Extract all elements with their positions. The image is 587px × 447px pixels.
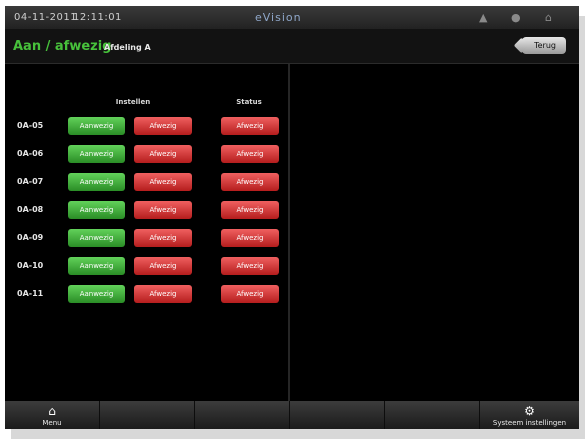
status-indicator: Afwezig <box>221 145 279 163</box>
gear-icon: ⚙ <box>524 404 535 418</box>
status-bar: 04-11-2011 12:11:01 eVision ▲ ● ⌂ <box>5 6 579 29</box>
tab-empty-4[interactable] <box>385 401 480 429</box>
present-button[interactable]: Aanwezig <box>68 229 125 247</box>
status-indicator: Afwezig <box>221 285 279 303</box>
present-button[interactable]: Aanwezig <box>68 285 125 303</box>
app-window: 04-11-2011 12:11:01 eVision ▲ ● ⌂ Aan / … <box>5 6 579 429</box>
back-button[interactable]: Terug <box>522 37 566 54</box>
room-label: 0A-09 <box>17 233 44 242</box>
home-icon: ⌂ <box>48 404 56 418</box>
tab-empty-2[interactable] <box>195 401 290 429</box>
tab-empty-3[interactable] <box>290 401 385 429</box>
status-indicator: Afwezig <box>221 257 279 275</box>
absent-button[interactable]: Afwezig <box>134 173 192 191</box>
table-row: 0A-05 Aanwezig Afwezig Afwezig <box>5 116 288 136</box>
absent-button[interactable]: Afwezig <box>134 257 192 275</box>
tab-bar: ⌂ Menu ⚙ Systeem instellingen <box>5 401 579 429</box>
present-button[interactable]: Aanwezig <box>68 145 125 163</box>
table-row: 0A-06 Aanwezig Afwezig Afwezig <box>5 144 288 164</box>
present-button[interactable]: Aanwezig <box>68 201 125 219</box>
present-button[interactable]: Aanwezig <box>68 173 125 191</box>
room-label: 0A-08 <box>17 205 44 214</box>
table-row: 0A-07 Aanwezig Afwezig Afwezig <box>5 172 288 192</box>
tab-settings-label: Systeem instellingen <box>492 419 567 427</box>
table-row: 0A-08 Aanwezig Afwezig Afwezig <box>5 200 288 220</box>
attendance-panel: Instellen Status 0A-05 Aanwezig Afwezig … <box>5 64 288 401</box>
brand-logo: eVision <box>255 11 302 24</box>
absent-button[interactable]: Afwezig <box>134 145 192 163</box>
present-button[interactable]: Aanwezig <box>68 117 125 135</box>
signal-icon: ▲ <box>479 11 488 24</box>
home-icon: ⌂ <box>545 11 552 24</box>
status-indicator: Afwezig <box>221 229 279 247</box>
column-header-instellen: Instellen <box>115 98 151 106</box>
room-label: 0A-06 <box>17 149 44 158</box>
tab-menu[interactable]: ⌂ Menu <box>5 401 100 429</box>
table-row: 0A-11 Aanwezig Afwezig Afwezig <box>5 284 288 304</box>
panel-divider <box>288 64 290 401</box>
status-indicator: Afwezig <box>221 201 279 219</box>
info-icon: ● <box>511 11 521 24</box>
present-button[interactable]: Aanwezig <box>68 257 125 275</box>
status-indicator: Afwezig <box>221 117 279 135</box>
status-date: 04-11-2011 <box>14 12 78 23</box>
absent-button[interactable]: Afwezig <box>134 117 192 135</box>
page-title: Aan / afwezig <box>13 39 112 54</box>
status-time: 12:11:01 <box>73 12 122 23</box>
absent-button[interactable]: Afwezig <box>134 285 192 303</box>
table-row: 0A-10 Aanwezig Afwezig Afwezig <box>5 256 288 276</box>
status-indicator: Afwezig <box>221 173 279 191</box>
column-header-status: Status <box>236 98 262 106</box>
absent-button[interactable]: Afwezig <box>134 201 192 219</box>
table-row: 0A-09 Aanwezig Afwezig Afwezig <box>5 228 288 248</box>
page-subtitle: Afdeling A <box>104 43 151 52</box>
absent-button[interactable]: Afwezig <box>134 229 192 247</box>
tab-system-settings[interactable]: ⚙ Systeem instellingen <box>480 401 579 429</box>
room-label: 0A-10 <box>17 261 44 270</box>
room-label: 0A-07 <box>17 177 44 186</box>
room-label: 0A-11 <box>17 289 44 298</box>
page-header: Aan / afwezig Afdeling A Terug <box>5 29 579 64</box>
tab-empty-1[interactable] <box>100 401 195 429</box>
tab-menu-label: Menu <box>42 419 62 427</box>
room-label: 0A-05 <box>17 121 44 130</box>
